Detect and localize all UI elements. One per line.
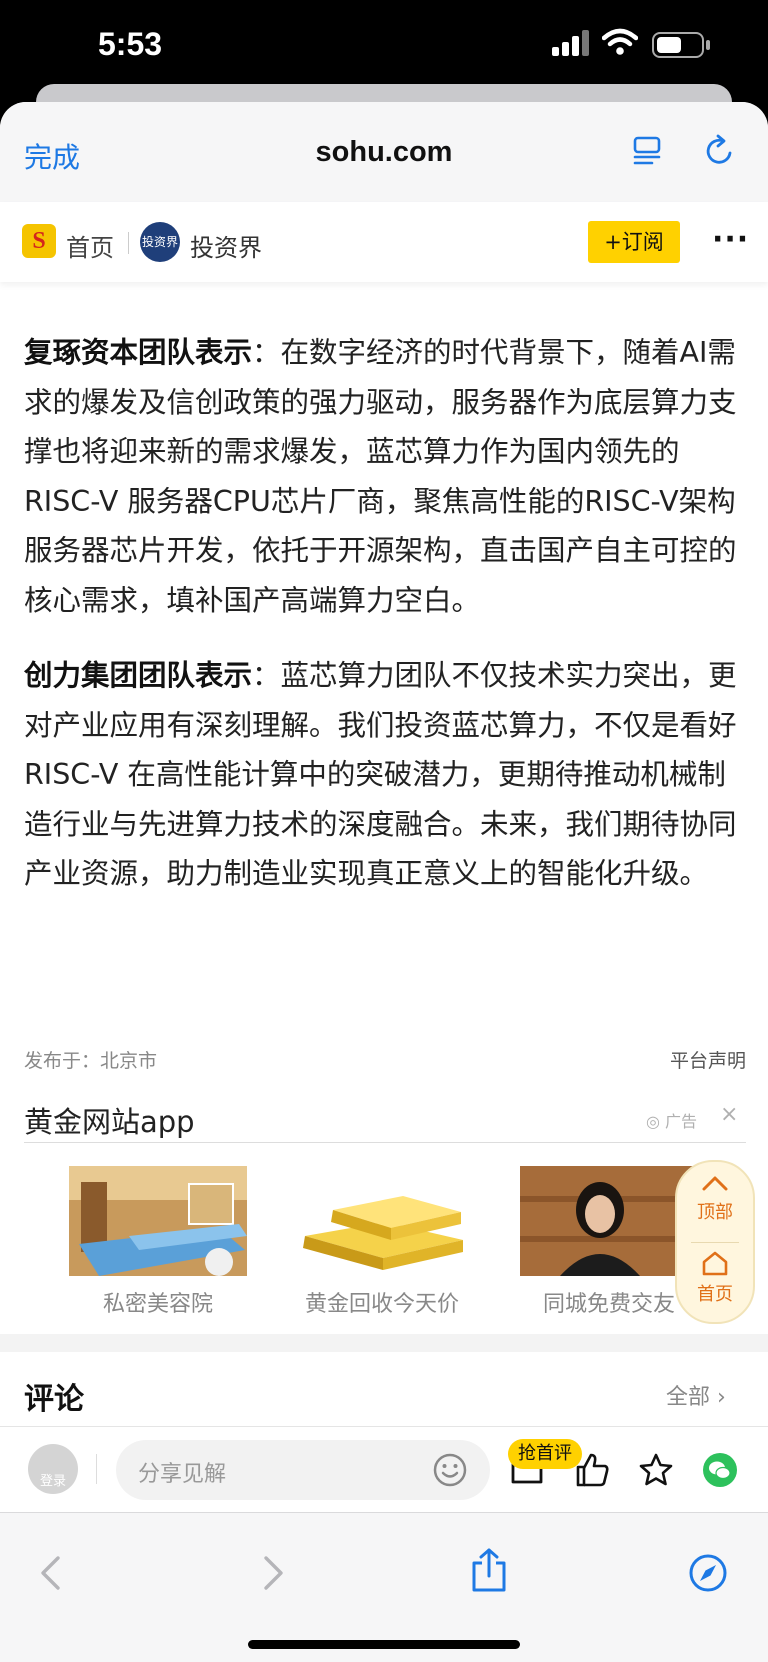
- ad-caption: 黄金回收今天价: [304, 1292, 459, 1317]
- ad-thumbnail-spa-room: [69, 1166, 247, 1276]
- paragraph-text: ：在数字经济的时代背景下，随着AI需求的爆发及信创政策的强力驱动，服务器作为底层…: [24, 336, 737, 617]
- channel-logo[interactable]: 投资界: [140, 222, 180, 262]
- first-comment-badge: 抢首评: [508, 1439, 582, 1469]
- nav-divider: [128, 232, 129, 254]
- ad-card[interactable]: 黄金回收今天价: [293, 1166, 471, 1318]
- paragraph-text: ：蓝芯算力团队不仅技术实力突出，更对产业应用有深刻理解。我们投资蓝芯算力，不仅是…: [24, 659, 737, 890]
- chevron-right-icon: ›: [717, 1385, 726, 1410]
- more-menu-button[interactable]: ···: [712, 222, 749, 257]
- article-paragraph: 创力集团团队表示：蓝芯算力团队不仅技术实力突出，更对产业应用有深刻理解。我们投资…: [24, 651, 746, 899]
- ad-thumbnail-portrait: [520, 1166, 698, 1276]
- article-meta: 发布于：北京市 平台声明: [24, 1046, 746, 1076]
- comment-input-placeholder: 分享见解: [138, 1462, 227, 1487]
- sohu-logo[interactable]: S: [22, 224, 56, 258]
- article-body: 复琢资本团队表示：在数字经济的时代背景下，随着AI需求的爆发及信创政策的强力驱动…: [24, 328, 746, 899]
- reload-icon[interactable]: [704, 133, 736, 167]
- forward-arrow-icon[interactable]: [262, 1555, 286, 1591]
- divider: [24, 1142, 746, 1143]
- thumbs-up-icon[interactable]: [574, 1452, 610, 1488]
- wifi-icon: [602, 28, 638, 55]
- back-to-top-button[interactable]: 顶部: [677, 1198, 753, 1224]
- ad-thumbnail-gold-bars: [293, 1166, 471, 1276]
- ad-close-button[interactable]: ×: [720, 1102, 738, 1127]
- floating-nav: 顶部 首页: [675, 1160, 755, 1324]
- article-paragraph: 复琢资本团队表示：在数字经济的时代背景下，随着AI需求的爆发及信创政策的强力驱动…: [24, 328, 746, 625]
- chevron-up-icon: [702, 1176, 728, 1191]
- emoji-icon[interactable]: [432, 1452, 468, 1488]
- subscribe-button[interactable]: +订阅: [588, 221, 680, 263]
- divider: [96, 1454, 97, 1484]
- platform-statement-link[interactable]: 平台声明: [670, 1046, 746, 1073]
- ad-title[interactable]: 黄金网站app: [24, 1099, 195, 1141]
- ad-badge: ◎ 广告: [646, 1112, 698, 1131]
- paragraph-lead: 创力集团团队表示: [24, 659, 253, 692]
- paragraph-lead: 复琢资本团队表示: [24, 336, 253, 369]
- comments-all-label: 全部: [666, 1385, 711, 1410]
- home-icon: [702, 1251, 728, 1276]
- nav-home-link[interactable]: 首页: [66, 228, 114, 263]
- battery-icon: [652, 32, 710, 58]
- cellular-signal-icon: [552, 30, 589, 56]
- reader-icon[interactable]: [632, 135, 662, 165]
- divider: [691, 1242, 739, 1243]
- browser-header: 完成 sohu.com: [0, 102, 768, 203]
- section-divider: [0, 1334, 768, 1352]
- comment-input[interactable]: 分享见解: [116, 1440, 490, 1500]
- browser-sheet: 完成 sohu.com S 首页 投资界 投资界 +订阅 ··· 复琢资本团队表…: [0, 102, 768, 1662]
- ad-card[interactable]: 同城免费交友: [520, 1166, 698, 1318]
- ad-caption: 同城免费交友: [542, 1292, 675, 1317]
- avatar[interactable]: 登录: [28, 1444, 78, 1494]
- compass-icon[interactable]: [688, 1553, 728, 1593]
- status-time: 5:53: [98, 26, 163, 62]
- comments-title: 评论: [24, 1382, 84, 1417]
- float-home-button[interactable]: 首页: [677, 1280, 753, 1306]
- publish-location: 发布于：北京市: [24, 1050, 158, 1072]
- ad-caption: 私密美容院: [102, 1292, 213, 1317]
- ad-badge-label: 广告: [665, 1112, 698, 1131]
- home-indicator: [248, 1640, 520, 1649]
- star-icon[interactable]: [638, 1452, 674, 1488]
- channel-name[interactable]: 投资界: [190, 228, 262, 263]
- share-icon[interactable]: [470, 1547, 508, 1593]
- comments-all-link[interactable]: 全部 ›: [666, 1379, 726, 1411]
- ad-card[interactable]: 私密美容院: [69, 1166, 247, 1318]
- login-label: 登录: [39, 1474, 66, 1489]
- back-arrow-icon[interactable]: [38, 1555, 62, 1591]
- wechat-share-icon[interactable]: [702, 1452, 738, 1488]
